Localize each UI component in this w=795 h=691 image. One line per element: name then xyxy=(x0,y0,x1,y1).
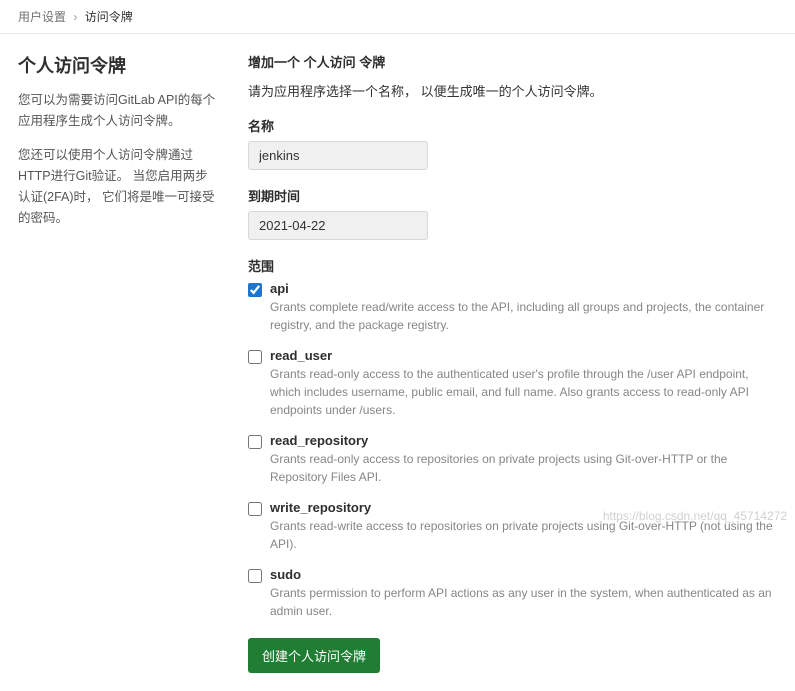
scope-item-sudo: sudo Grants permission to perform API act… xyxy=(248,567,777,620)
page-title: 个人访问令牌 xyxy=(18,52,218,78)
form-title: 增加一个 个人访问 令牌 xyxy=(248,52,777,71)
scope-name: write_repository xyxy=(270,500,777,515)
sidebar-desc-2: 您还可以使用个人访问令牌通过HTTP进行Git验证。 当您启用两步认证(2FA)… xyxy=(18,145,218,230)
scope-checkbox-write_repository[interactable] xyxy=(248,502,262,516)
chevron-right-icon: › xyxy=(73,10,77,24)
form-instruction: 请为应用程序选择一个名称， 以便生成唯一的个人访问令牌。 xyxy=(248,81,777,100)
main-form: 增加一个 个人访问 令牌 请为应用程序选择一个名称， 以便生成唯一的个人访问令牌… xyxy=(248,52,777,673)
sidebar-desc-1: 您可以为需要访问GitLab API的每个应用程序生成个人访问令牌。 xyxy=(18,90,218,133)
scope-checkbox-read_repository[interactable] xyxy=(248,435,262,449)
scope-desc: Grants permission to perform API actions… xyxy=(270,584,777,620)
scope-name: read_repository xyxy=(270,433,777,448)
sidebar: 个人访问令牌 您可以为需要访问GitLab API的每个应用程序生成个人访问令牌… xyxy=(18,52,218,673)
breadcrumb-parent[interactable]: 用户设置 xyxy=(18,10,66,24)
scope-item-api: api Grants complete read/write access to … xyxy=(248,281,777,334)
scope-name: api xyxy=(270,281,777,296)
scope-name: sudo xyxy=(270,567,777,582)
scope-desc: Grants read-only access to the authentic… xyxy=(270,365,777,419)
scope-item-write_repository: write_repository Grants read-write access… xyxy=(248,500,777,553)
name-label: 名称 xyxy=(248,116,777,135)
breadcrumb-current: 访问令牌 xyxy=(85,10,133,24)
scope-label: 范围 xyxy=(248,256,777,275)
scope-desc: Grants read-write access to repositories… xyxy=(270,517,777,553)
scope-checkbox-sudo[interactable] xyxy=(248,569,262,583)
name-input[interactable] xyxy=(248,141,428,170)
scope-item-read_user: read_user Grants read-only access to the … xyxy=(248,348,777,419)
breadcrumb: 用户设置 › 访问令牌 xyxy=(0,0,795,34)
scope-desc: Grants complete read/write access to the… xyxy=(270,298,777,334)
scope-item-read_repository: read_repository Grants read-only access t… xyxy=(248,433,777,486)
scope-checkbox-api[interactable] xyxy=(248,283,262,297)
scope-desc: Grants read-only access to repositories … xyxy=(270,450,777,486)
scope-checkbox-read_user[interactable] xyxy=(248,350,262,364)
expiry-input[interactable] xyxy=(248,211,428,240)
scope-name: read_user xyxy=(270,348,777,363)
create-token-button[interactable]: 创建个人访问令牌 xyxy=(248,638,380,673)
expiry-label: 到期时间 xyxy=(248,186,777,205)
